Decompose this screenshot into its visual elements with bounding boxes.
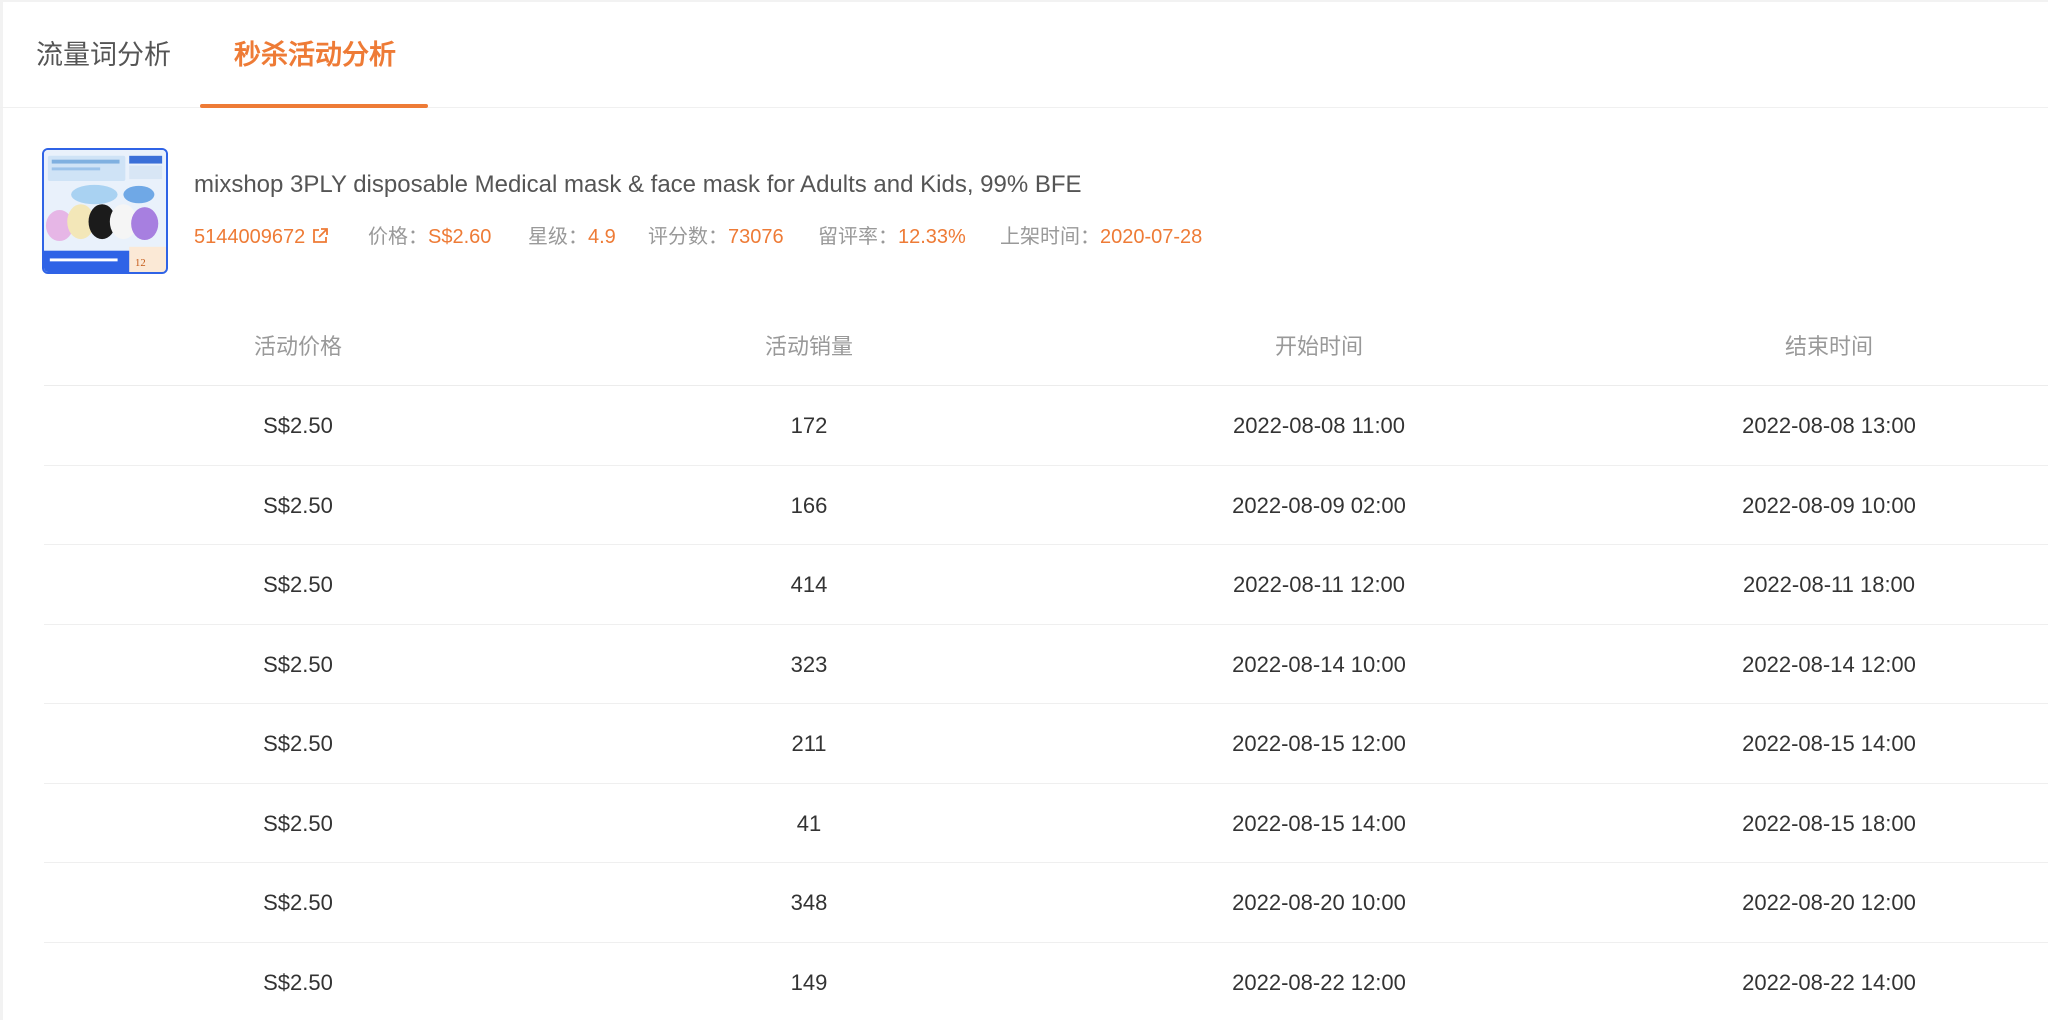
cell-end-time: 2022-08-08 13:00	[1742, 413, 1916, 438]
cell-sales: 414	[790, 572, 828, 597]
cell-end-time: 2022-08-15 18:00	[1742, 810, 1916, 836]
cell-sales: 211	[791, 731, 827, 756]
cell-price: S$2.50	[263, 810, 333, 836]
tab-bar: 流量词分析 秒杀活动分析	[0, 0, 2048, 108]
cell-sales: 149	[790, 969, 828, 995]
tab-flash-sale[interactable]: 秒杀活动分析	[234, 36, 396, 74]
rating-field: 星级：4.9	[528, 222, 616, 252]
table-row: S$2.50 41 2022-08-15 14:00 2022-08-15 18…	[44, 784, 2048, 863]
cell-price: S$2.50	[263, 572, 333, 597]
rating-value: 4.9	[588, 226, 616, 248]
cell-end-time: 2022-08-15 14:00	[1742, 731, 1916, 756]
cell-start-time: 2022-08-09 02:00	[1232, 492, 1406, 518]
cell-price: S$2.50	[263, 890, 333, 915]
reviews-label: 评分数：	[648, 226, 728, 248]
cell-price: S$2.50	[263, 492, 333, 518]
cell-start-time: 2022-08-15 12:00	[1232, 731, 1406, 756]
table-row: S$2.50 166 2022-08-09 02:00 2022-08-09 1…	[44, 466, 2048, 545]
cell-price: S$2.50	[263, 651, 333, 677]
review-rate-value: 12.33%	[898, 226, 966, 248]
review-rate-label: 留评率：	[818, 226, 898, 248]
product-title[interactable]: mixshop 3PLY disposable Medical mask & f…	[194, 168, 1082, 202]
table-row: S$2.50 348 2022-08-20 10:00 2022-08-20 1…	[44, 863, 2048, 943]
external-link-icon[interactable]	[311, 227, 329, 245]
cell-start-time: 2022-08-20 10:00	[1232, 890, 1406, 915]
product-thumbnail[interactable]: 12	[42, 148, 168, 274]
table-header: 活动价格 活动销量 开始时间 结束时间	[44, 308, 2048, 386]
rating-label: 星级：	[528, 226, 588, 248]
cell-start-time: 2022-08-14 10:00	[1232, 651, 1406, 677]
svg-text:12: 12	[135, 258, 146, 269]
product-id-link[interactable]: 5144009672	[194, 222, 329, 252]
reviews-value: 73076	[728, 226, 784, 248]
cell-end-time: 2022-08-14 12:00	[1742, 651, 1916, 677]
header-activity-sales: 活动销量	[764, 334, 853, 359]
cell-sales: 348	[790, 890, 828, 915]
cell-sales: 172	[790, 413, 828, 438]
cell-end-time: 2022-08-20 12:00	[1742, 890, 1916, 915]
cell-start-time: 2022-08-15 14:00	[1232, 810, 1406, 836]
header-start-time: 开始时间	[1274, 334, 1363, 359]
cell-sales: 166	[790, 492, 828, 518]
price-field: 价格：S$2.60	[368, 222, 491, 252]
table-row: S$2.50 323 2022-08-14 10:00 2022-08-14 1…	[44, 625, 2048, 704]
cell-start-time: 2022-08-08 11:00	[1232, 413, 1406, 438]
header-end-time: 结束时间	[1784, 334, 1873, 359]
header-activity-price: 活动价格	[253, 334, 342, 359]
table-row: S$2.50 211 2022-08-15 12:00 2022-08-15 1…	[44, 704, 2048, 784]
product-image: 12	[44, 150, 166, 272]
listed-date-value: 2020-07-28	[1100, 226, 1203, 248]
review-rate-field: 留评率：12.33%	[818, 222, 966, 252]
table-row: S$2.50 172 2022-08-08 11:00 2022-08-08 1…	[44, 386, 2048, 466]
cell-price: S$2.50	[263, 969, 333, 995]
cell-end-time: 2022-08-09 10:00	[1742, 492, 1916, 518]
listed-date-label: 上架时间：	[1000, 226, 1100, 248]
cell-end-time: 2022-08-22 14:00	[1742, 969, 1916, 995]
cell-price: S$2.50	[263, 731, 333, 756]
reviews-field: 评分数：73076	[648, 222, 784, 252]
cell-end-time: 2022-08-11 18:00	[1742, 572, 1916, 597]
active-tab-indicator	[200, 104, 428, 108]
listed-date-field: 上架时间：2020-07-28	[1000, 222, 1202, 252]
cell-sales: 41	[796, 810, 822, 836]
table-row: S$2.50 414 2022-08-11 12:00 2022-08-11 1…	[44, 545, 2048, 625]
cell-start-time: 2022-08-11 12:00	[1232, 572, 1406, 597]
cell-start-time: 2022-08-22 12:00	[1232, 969, 1406, 995]
table-row: S$2.50 149 2022-08-22 12:00 2022-08-22 1…	[44, 943, 2048, 1020]
price-value: S$2.60	[428, 226, 492, 248]
cell-price: S$2.50	[263, 413, 333, 438]
tab-traffic-keywords[interactable]: 流量词分析	[36, 36, 171, 74]
price-label: 价格：	[368, 226, 428, 248]
cell-sales: 323	[790, 651, 828, 677]
flash-sale-table: 活动价格 活动销量 开始时间 结束时间 S$2.50 172 2022-08-0…	[44, 308, 2048, 1020]
product-id[interactable]: 5144009672	[194, 226, 305, 248]
